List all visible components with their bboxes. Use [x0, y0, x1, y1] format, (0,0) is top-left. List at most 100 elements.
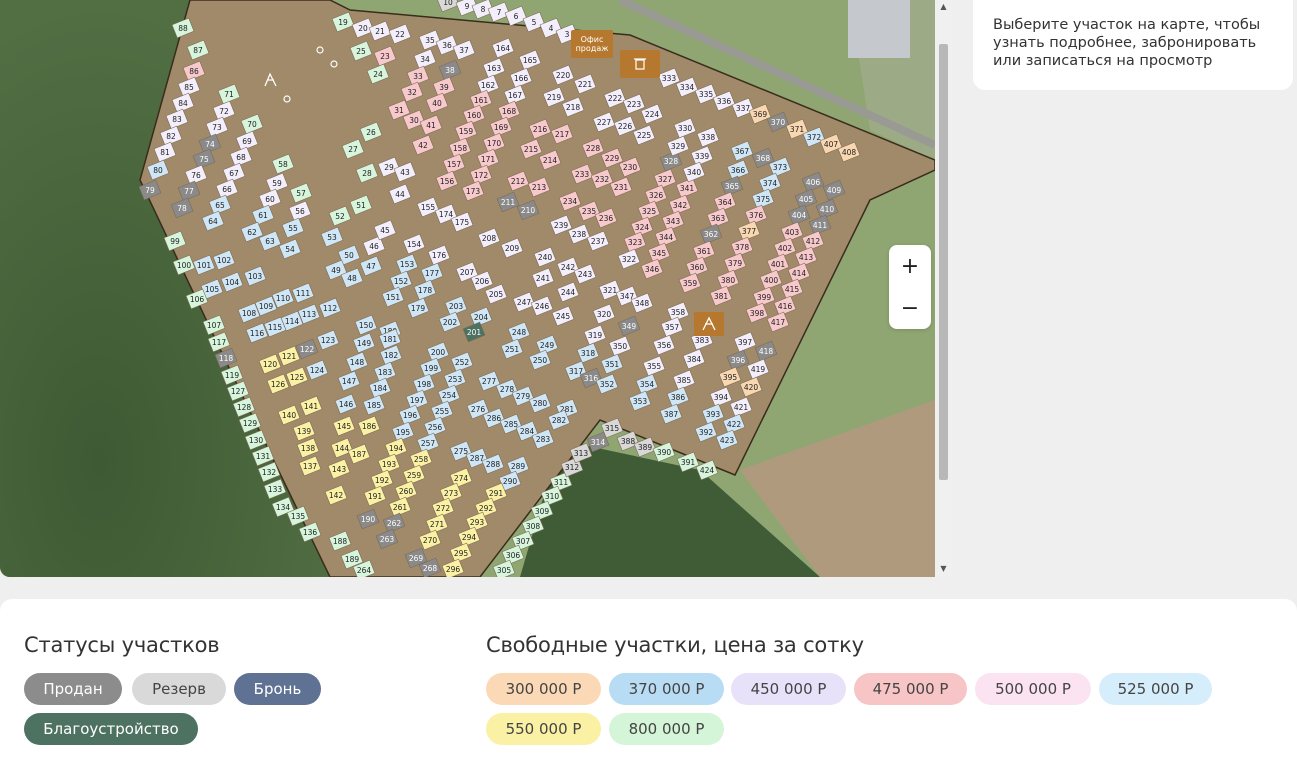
plot-number: 59: [272, 179, 282, 188]
plot-number: 221: [578, 80, 593, 89]
plot-number: 26: [366, 128, 376, 137]
plot-number: 129: [243, 419, 258, 428]
plot-number: 336: [717, 97, 732, 106]
plot-number: 327: [658, 175, 673, 184]
plot-number: 104: [225, 278, 240, 287]
plot-number: 307: [516, 537, 531, 546]
zoom-out-button[interactable]: −: [889, 287, 931, 329]
plot-number: 145: [337, 422, 352, 431]
plot-number: 49: [331, 266, 341, 275]
plot-number: 366: [731, 166, 746, 175]
plot-number: 363: [711, 214, 726, 223]
legend-panel: Статусы участков Продан Резерв Бронь Благоу…: [0, 599, 1297, 771]
price-chip[interactable]: 525 000 Р: [1099, 673, 1212, 705]
plot-number: 343: [666, 217, 681, 226]
plot-number: 397: [738, 338, 753, 347]
plot-number: 395: [723, 373, 738, 382]
plot-number: 147: [342, 377, 357, 386]
plot-number: 404: [792, 211, 807, 220]
plot-map[interactable]: 888786858483828180797172707374 6975 6876 67…: [0, 0, 935, 577]
plot-number: 288: [486, 460, 501, 469]
plot-number: 88: [178, 24, 188, 33]
plot-number: 27: [348, 145, 358, 154]
plot-number: 276: [471, 405, 486, 414]
plot-number: 8: [481, 5, 486, 14]
plot-number: 32: [407, 88, 417, 97]
price-chip[interactable]: 300 000 Р: [486, 673, 601, 705]
plot-number: 370: [771, 118, 786, 127]
plot-number: 375: [756, 195, 771, 204]
plot-number: 355: [647, 362, 662, 371]
map-scrollbar[interactable]: ▲ ▼: [935, 0, 952, 577]
plot-number: 349: [622, 322, 637, 331]
price-chip[interactable]: 450 000 Р: [731, 673, 846, 705]
plot-number: 358: [671, 308, 686, 317]
map-viewport[interactable]: 88 87 86 85 84 83 82 81 80 79 71 72 70 73 74 69 75 68 76 67…: [0, 0, 952, 577]
plot-number: 400: [764, 276, 779, 285]
status-chip: Резерв: [132, 673, 226, 705]
plot-number: 65: [215, 201, 225, 210]
plot-number: 417: [771, 318, 786, 327]
plot-number: 117: [212, 338, 227, 347]
plot-number: 139: [297, 427, 312, 436]
plot-number: 207: [460, 268, 475, 277]
plot-number: 72: [219, 107, 229, 116]
plot-number: 107: [207, 321, 222, 330]
plot-number: 271: [430, 520, 445, 529]
plot-number: 154: [407, 240, 422, 249]
plot-number: 162: [481, 81, 496, 90]
plot-number: 344: [659, 233, 674, 242]
plot-number: 173: [466, 187, 481, 196]
plot-number: 153: [400, 260, 415, 269]
plot-number: 192: [375, 476, 390, 485]
scrollbar-thumb[interactable]: [939, 44, 948, 480]
plot-number: 383: [695, 336, 710, 345]
price-chip[interactable]: 800 000 Р: [609, 713, 724, 745]
zoom-in-button[interactable]: +: [889, 245, 931, 287]
plot-number: 22: [395, 30, 405, 39]
plot-number: 222: [608, 94, 623, 103]
plot-number: 188: [333, 537, 348, 546]
plot-number: 407: [824, 140, 839, 149]
price-chip[interactable]: 500 000 Р: [975, 673, 1091, 705]
plot-number: 321: [603, 286, 618, 295]
plot-number: 259: [407, 471, 422, 480]
plot-number: 23: [380, 52, 390, 61]
plot-number: 125: [290, 373, 305, 382]
plot-number: 405: [799, 195, 814, 204]
price-chip[interactable]: 370 000 Р: [609, 673, 724, 705]
price-chip[interactable]: 475 000 Р: [854, 673, 967, 705]
plot-number: 240: [538, 253, 553, 262]
plot-number: 122: [300, 345, 315, 354]
plot-number: 330: [678, 124, 693, 133]
plot-number: 183: [378, 368, 393, 377]
plot-number: 290: [503, 477, 518, 486]
scroll-down-arrow-icon[interactable]: ▼: [939, 564, 948, 573]
plot-number: 270: [423, 536, 438, 545]
plot-number: 206: [475, 277, 490, 286]
plot-number: 130: [249, 436, 264, 445]
plot-number: 247: [517, 298, 532, 307]
plot-number: 116: [250, 329, 265, 338]
plot-number: 242: [561, 263, 576, 272]
plot-number: 392: [699, 428, 714, 437]
plot-number: 168: [502, 107, 517, 116]
plot-number: 131: [256, 452, 271, 461]
plot-number: 236: [599, 214, 614, 223]
plot-number: 103: [248, 272, 263, 281]
plot-number: 413: [799, 253, 814, 262]
plot-number: 411: [813, 221, 828, 230]
plot-number: 318: [581, 349, 596, 358]
price-chip[interactable]: 550 000 Р: [486, 713, 601, 745]
scroll-up-arrow-icon[interactable]: ▲: [939, 2, 948, 11]
plot-number: 137: [303, 462, 318, 471]
plot-number: 414: [792, 269, 807, 278]
plot-number: 289: [511, 462, 526, 471]
plot-number: 114: [285, 317, 300, 326]
plot-number: 261: [393, 503, 408, 512]
plot-number: 241: [536, 274, 551, 283]
plot-number: 128: [237, 403, 252, 412]
plot-number: 406: [806, 178, 821, 187]
plot-number: 293: [470, 518, 485, 527]
plot-number: 291: [489, 489, 504, 498]
